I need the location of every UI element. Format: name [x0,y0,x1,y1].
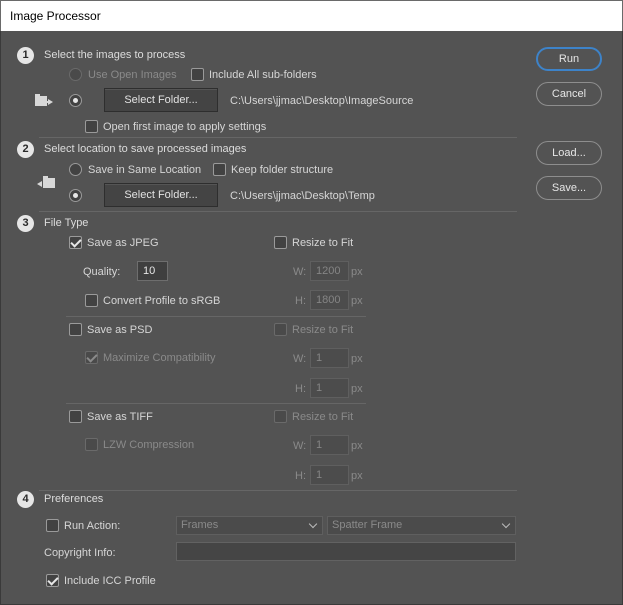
select-destination-folder-button[interactable]: Select Folder... [104,183,218,207]
tiff-resize-checkbox[interactable] [274,410,287,423]
divider [66,403,366,404]
tiff-height-input[interactable]: 1 [310,465,349,485]
lzw-compression-label: LZW Compression [103,439,195,451]
tiff-width-label: W: [293,440,307,452]
folder-destination-icon [37,176,55,188]
divider [39,211,517,212]
jpeg-width-input[interactable]: 1200 [310,261,349,281]
save-as-tiff-checkbox[interactable] [69,410,82,423]
section-4-title: Preferences [44,493,104,505]
divider [39,490,517,491]
section-4-number: 4 [17,491,34,508]
load-button[interactable]: Load... [536,141,602,165]
tiff-width-unit: px [351,440,363,452]
jpeg-height-unit: px [351,295,363,307]
copyright-label: Copyright Info: [44,547,116,559]
source-path: C:\Users\jjmac\Desktop\ImageSource [230,95,414,107]
chevron-down-icon [308,519,318,529]
include-icc-profile-checkbox[interactable] [46,574,59,587]
divider [39,137,517,138]
psd-resize-label: Resize to Fit [292,324,354,336]
psd-height-label: H: [295,383,306,395]
keep-folder-structure-checkbox[interactable] [213,163,226,176]
tiff-height-label: H: [295,470,306,482]
include-icc-profile-label: Include ICC Profile [64,575,156,587]
action-set-select[interactable]: Frames [176,516,323,535]
divider [66,316,366,317]
cancel-button[interactable]: Cancel [536,82,602,106]
save-button[interactable]: Save... [536,176,602,200]
tiff-height-unit: px [351,470,363,482]
save-as-jpeg-checkbox[interactable] [69,236,82,249]
action-name-value: Spatter Frame [332,519,403,531]
section-2-number: 2 [17,141,34,158]
save-as-psd-checkbox[interactable] [69,323,82,336]
open-first-image-label: Open first image to apply settings [103,121,267,133]
quality-label: Quality: [83,266,121,278]
jpeg-height-input[interactable]: 1800 [310,290,349,310]
use-open-images-radio[interactable] [69,68,82,81]
convert-profile-label: Convert Profile to sRGB [103,295,221,307]
open-first-image-checkbox[interactable] [85,120,98,133]
convert-profile-checkbox[interactable] [85,294,98,307]
title-bar: Image Processor [0,0,623,31]
action-name-select[interactable]: Spatter Frame [327,516,516,535]
run-action-label: Run Action: [64,520,121,532]
include-subfolders-label: Include All sub-folders [209,69,317,81]
maximize-compatibility-label: Maximize Compatibility [103,352,216,364]
window-title: Image Processor [10,9,101,23]
keep-folder-structure-label: Keep folder structure [231,164,334,176]
chevron-down-icon [501,519,511,529]
destination-path: C:\Users\jjmac\Desktop\Temp [230,190,375,202]
use-open-images-label: Use Open Images [88,69,177,81]
jpeg-resize-label: Resize to Fit [292,237,354,249]
dialog-body: 1 Select the images to process Use Open … [0,31,623,605]
jpeg-height-label: H: [295,295,306,307]
save-same-location-radio[interactable] [69,163,82,176]
jpeg-width-label: W: [293,266,307,278]
psd-height-input[interactable]: 1 [310,378,349,398]
include-subfolders-checkbox[interactable] [191,68,204,81]
psd-width-label: W: [293,353,307,365]
select-source-folder-button[interactable]: Select Folder... [104,88,218,112]
save-as-psd-label: Save as PSD [87,324,153,336]
section-1-title: Select the images to process [44,49,186,61]
select-folder-radio[interactable] [69,94,82,107]
section-3-title: File Type [44,217,89,229]
psd-width-unit: px [351,353,363,365]
save-as-jpeg-label: Save as JPEG [87,237,159,249]
save-same-location-label: Save in Same Location [88,164,202,176]
lzw-compression-checkbox[interactable] [85,438,98,451]
maximize-compatibility-checkbox[interactable] [85,351,98,364]
section-1-number: 1 [17,47,34,64]
quality-input[interactable]: 10 [137,261,168,281]
jpeg-resize-checkbox[interactable] [274,236,287,249]
run-button[interactable]: Run [536,47,602,71]
tiff-resize-label: Resize to Fit [292,411,354,423]
psd-height-unit: px [351,383,363,395]
copyright-input[interactable] [176,542,516,561]
action-set-value: Frames [181,519,219,531]
tiff-width-input[interactable]: 1 [310,435,349,455]
section-2-title: Select location to save processed images [44,143,247,155]
run-action-checkbox[interactable] [46,519,59,532]
psd-resize-checkbox[interactable] [274,323,287,336]
psd-width-input[interactable]: 1 [310,348,349,368]
save-as-tiff-label: Save as TIFF [87,411,153,423]
folder-source-icon [35,94,53,106]
select-destination-folder-radio[interactable] [69,189,82,202]
jpeg-width-unit: px [351,266,363,278]
section-3-number: 3 [17,215,34,232]
